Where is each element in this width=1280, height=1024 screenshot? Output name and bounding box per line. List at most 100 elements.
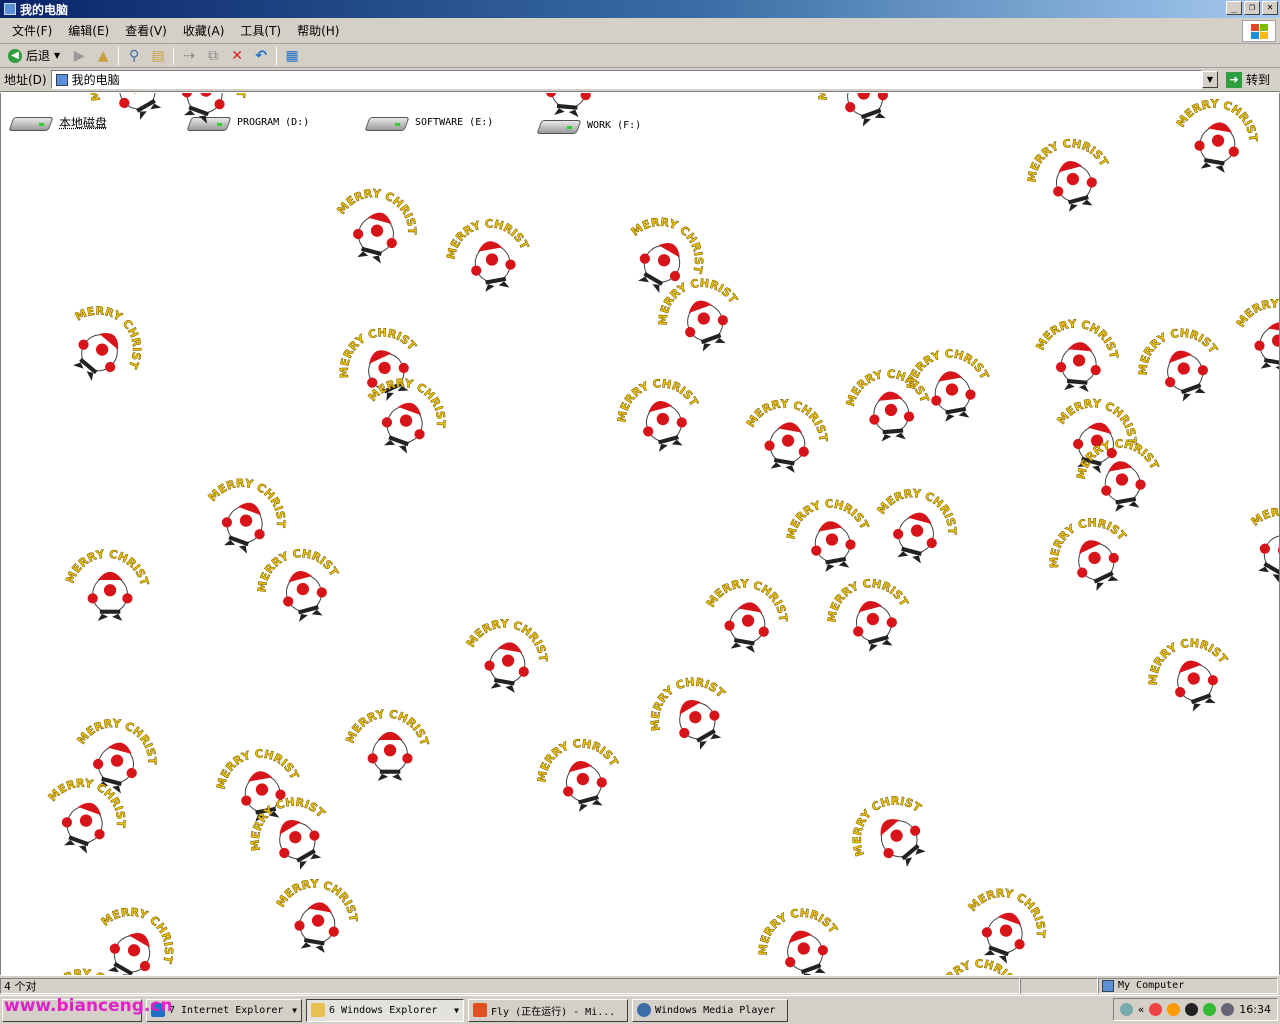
drive-c[interactable]: 本地磁盘: [8, 111, 107, 133]
folder-icon: [311, 1003, 325, 1017]
move-to-icon[interactable]: ⇢: [180, 47, 198, 65]
back-button[interactable]: ◀ 后退 ▼: [4, 47, 64, 64]
menu-bar: 文件(F) 编辑(E) 查看(V) 收藏(A) 工具(T) 帮助(H): [0, 18, 1280, 44]
taskbar-label: 6 Windows Explorer: [329, 1004, 438, 1016]
santa-sticker: MERRY CHRISTMAS: [789, 93, 916, 143]
santa-sticker: MERRY CHRISTMAS: [512, 703, 634, 826]
back-arrow-icon: ◀: [8, 48, 22, 63]
santa-sticker: MERRY CHRISTMAS: [426, 186, 541, 303]
toolbar-divider: [276, 46, 278, 65]
taskbar: 7 Internet Explorer ▼ 6 Windows Explorer…: [0, 995, 1280, 1024]
toolbar-divider: [173, 46, 175, 65]
santa-sticker: MERRY CHRISTMAS: [694, 545, 800, 663]
show-hidden-icons-icon[interactable]: «: [1138, 1003, 1145, 1016]
taskbar-fly[interactable]: Fly (正在运行) - Mi...: [468, 998, 628, 1022]
address-value: 我的电脑: [71, 73, 120, 87]
chevron-down-icon: ▼: [454, 1005, 459, 1015]
drive-label: SOFTWARE (E:): [415, 116, 494, 128]
back-label: 后退: [26, 49, 51, 63]
window-title: 我的电脑: [20, 2, 69, 17]
taskbar-media-player[interactable]: Windows Media Player: [632, 998, 788, 1022]
santa-sticker: MERRY CHRISTMAS: [264, 845, 370, 963]
go-button[interactable]: ➜ 转到: [1218, 71, 1280, 88]
santa-sticker: MERRY CHRISTMAS: [614, 638, 750, 772]
hard-drive-icon: [8, 111, 54, 133]
windows-logo-icon: [1242, 20, 1276, 42]
santa-sticker: MERRY CHRISTMAS: [335, 683, 433, 785]
window-controls: _ ❐ ✕: [1226, 1, 1278, 15]
undo-icon[interactable]: ↶: [252, 47, 270, 65]
media-player-icon: [637, 1003, 651, 1017]
status-zone: My Computer: [1098, 977, 1278, 994]
drive-label: PROGRAM (D:): [237, 116, 310, 128]
santa-sticker: MERRY CHRISTMAS: [1164, 93, 1270, 182]
up-folder-icon[interactable]: ▲: [94, 47, 112, 65]
status-count: 4 个对: [0, 977, 1020, 994]
search-icon[interactable]: ⚲: [125, 47, 143, 65]
hard-drive-icon: [364, 111, 410, 133]
menu-view[interactable]: 查看(V): [117, 22, 175, 39]
santa-sticker: MERRY CHRISTMAS: [55, 523, 153, 625]
santa-sticker: MERRY CHRISTMAS: [321, 151, 434, 276]
taskbar-label: Windows Media Player: [655, 1004, 776, 1016]
views-icon[interactable]: ▦: [283, 47, 301, 65]
copy-to-icon[interactable]: ⧉: [204, 47, 222, 65]
close-button[interactable]: ✕: [1262, 1, 1278, 15]
drive-e[interactable]: SOFTWARE (E:): [364, 111, 494, 133]
qq-penguin-icon[interactable]: [1185, 1003, 1199, 1016]
taskbar-label: 7 Internet Explorer: [169, 1004, 284, 1016]
taskbar-label: Fly (正在运行) - Mi...: [491, 1006, 616, 1018]
santa-sticker: MERRY CHRISTMAS: [886, 316, 1001, 433]
file-view[interactable]: 本地磁盘 PROGRAM (D:) SOFTWARE (E:) WORK (F:…: [0, 93, 1280, 975]
app-icon: [473, 1003, 487, 1017]
menu-file[interactable]: 文件(F): [4, 22, 60, 39]
address-label: 地址(D): [4, 73, 47, 87]
toolbar-divider: [118, 46, 120, 65]
santa-sticker: MERRY CHRISTMAS: [1002, 103, 1124, 226]
tray-app-icon[interactable]: [1149, 1003, 1163, 1016]
santa-sticker: MERRY CHRISTMAS: [517, 93, 617, 124]
tray-app-icon[interactable]: [1167, 1003, 1181, 1016]
forward-icon[interactable]: ▶: [70, 47, 88, 65]
minimize-button[interactable]: _: [1226, 1, 1242, 15]
status-size: [1020, 977, 1098, 994]
santa-sticker: MERRY CHRISTMAS: [1224, 464, 1279, 602]
watermark-text: www.bianceng.cn: [4, 996, 173, 1016]
santa-sticker: MERRY CHRISTMAS: [734, 365, 840, 483]
address-input[interactable]: 我的电脑: [50, 70, 1202, 89]
go-arrow-icon: ➜: [1225, 71, 1242, 88]
santa-sticker: MERRY CHRISTMAS: [1119, 601, 1246, 728]
santa-sticker: MERRY CHRISTMAS: [592, 343, 714, 466]
computer-icon: [55, 73, 68, 86]
maximize-button[interactable]: ❐: [1244, 1, 1260, 15]
tray-app-icon[interactable]: [1221, 1003, 1235, 1016]
toolbar: ◀ 后退 ▼ ▶ ▲ ⚲ ▤ ⇢ ⧉ ✕ ↶ ▦: [0, 44, 1280, 68]
santa-sticker: MERRY CHRISTMAS: [729, 871, 856, 975]
status-location: My Computer: [1118, 980, 1185, 991]
santa-sticker: MERRY CHRISTMAS: [916, 926, 1031, 975]
taskbar-explorer-group[interactable]: 6 Windows Explorer ▼: [306, 998, 464, 1022]
title-bar[interactable]: 我的电脑 _ ❐ ✕: [0, 0, 1280, 18]
menu-tools[interactable]: 工具(T): [232, 22, 289, 39]
address-dropdown-button[interactable]: ▼: [1201, 71, 1218, 88]
network-icon[interactable]: [1119, 1003, 1133, 1016]
folders-icon[interactable]: ▤: [149, 47, 167, 65]
menu-favorites[interactable]: 收藏(A): [175, 22, 233, 39]
system-tray: « 16:34: [1112, 998, 1278, 1021]
go-label: 转到: [1245, 73, 1270, 87]
clock[interactable]: 16:34: [1239, 1003, 1271, 1016]
tray-app-icon[interactable]: [1203, 1003, 1217, 1016]
santa-sticker: MERRY CHRISTMAS: [42, 263, 177, 404]
menu-help[interactable]: 帮助(H): [289, 22, 347, 39]
computer-icon: [1102, 979, 1114, 992]
svg-text:MERRY CHRISTMAS: MERRY CHRISTMAS: [62, 263, 177, 374]
status-bar: 4 个对 My Computer: [0, 975, 1280, 995]
address-bar: 地址(D) 我的电脑 ▼ ➜ 转到: [0, 68, 1280, 92]
santa-sticker: MERRY CHRISTMAS: [811, 758, 952, 894]
menu-edit[interactable]: 编辑(E): [60, 22, 117, 39]
chevron-down-icon: ▼: [292, 1005, 297, 1015]
delete-icon[interactable]: ✕: [228, 47, 246, 65]
computer-icon: [4, 3, 16, 15]
chevron-down-icon[interactable]: ▼: [54, 51, 60, 60]
santa-sticker: MERRY CHRISTMAS: [454, 585, 560, 703]
